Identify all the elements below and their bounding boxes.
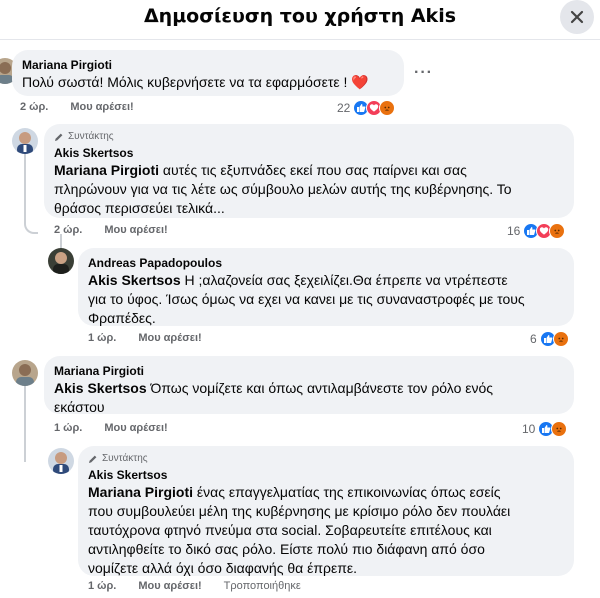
- comment-text: αντιληφθείτε το δικό σας ρόλο. Είστε πολ…: [88, 541, 485, 557]
- comment-time[interactable]: 2 ώρ.: [54, 224, 82, 236]
- mention-link[interactable]: Mariana Pirgioti: [88, 484, 193, 500]
- comment-bubble: Συντάκτης Akis Skertsos Mariana Pirgioti…: [78, 446, 574, 576]
- like-button[interactable]: Μου αρέσει!: [138, 332, 201, 344]
- reaction-count: 22: [337, 101, 351, 115]
- like-button[interactable]: Μου αρέσει!: [104, 422, 167, 434]
- like-button[interactable]: Μου αρέσει!: [70, 101, 133, 113]
- comment-author[interactable]: Mariana Pirgioti: [54, 363, 564, 379]
- thread-line: [24, 150, 38, 234]
- comment-author[interactable]: Andreas Papadopoulos: [88, 255, 564, 271]
- comment-meta: 2 ώρ. Μου αρέσει!: [20, 101, 134, 113]
- avatar[interactable]: [12, 128, 38, 154]
- angry-reaction-icon: [551, 421, 568, 437]
- avatar[interactable]: [48, 248, 74, 274]
- avatar[interactable]: [12, 360, 38, 386]
- comment-meta: 1 ώρ. Μου αρέσει!: [54, 422, 168, 434]
- author-badge: Συντάκτης: [54, 131, 564, 142]
- reaction-summary[interactable]: 10: [522, 421, 568, 437]
- post-header: Δημοσίευση του χρήστη Akis: [0, 0, 600, 40]
- mention-link[interactable]: Mariana Pirgioti: [54, 162, 159, 178]
- comment-text: Φραπέδες.: [88, 310, 156, 326]
- comment-text: ταυτόχρονα φτηνό πνεύμα στα social. Σοβα…: [88, 522, 492, 538]
- comment-bubble: Mariana Pirgioti Πολύ σωστά! Μόλις κυβερ…: [12, 50, 404, 96]
- page-title: Δημοσίευση του χρήστη Akis: [143, 5, 457, 27]
- angry-reaction-icon: [552, 331, 569, 347]
- comment-text: Πολύ σωστά! Μόλις κυβερνήσετε να τα εφαρ…: [22, 74, 369, 90]
- comment-time[interactable]: 1 ώρ.: [88, 580, 116, 592]
- reaction-count: 6: [530, 332, 537, 346]
- comment-meta: 2 ώρ. Μου αρέσει!: [54, 224, 168, 236]
- comment-text: Akis Skertsos Η ;αλαζονεία σας ξεχειλίζε…: [88, 272, 508, 288]
- thread-line: [24, 382, 26, 462]
- comment-meta: 1 ώρ. Μου αρέσει! Τροποποιήθηκε: [88, 580, 301, 592]
- comment-author[interactable]: Mariana Pirgioti: [22, 57, 394, 73]
- comment-text: για το ύφος. Ίσως όμως να εχει να κανει …: [88, 291, 525, 307]
- comment-author[interactable]: Akis Skertsos: [54, 145, 564, 161]
- mention-link[interactable]: Akis Skertsos: [88, 272, 181, 288]
- like-button[interactable]: Μου αρέσει!: [138, 580, 201, 592]
- pencil-icon: [89, 455, 97, 463]
- reaction-count: 16: [507, 224, 521, 238]
- reaction-summary[interactable]: 6: [530, 331, 569, 347]
- comment-text: που συμβουλεύει μέλη της κυβέρνησης με κ…: [88, 503, 511, 519]
- comment-text: εκάστου: [54, 399, 105, 415]
- like-button[interactable]: Μου αρέσει!: [104, 224, 167, 236]
- comment-bubble: Andreas Papadopoulos Akis Skertsos Η ;αλ…: [78, 248, 574, 326]
- pencil-icon: [55, 133, 63, 141]
- comment-text: Mariana Pirgioti ένας επαγγελματίας της …: [88, 484, 501, 500]
- edited-label: Τροποποιήθηκε: [223, 580, 301, 592]
- more-options-button[interactable]: ···: [414, 64, 433, 82]
- comment-text: θράσος περισσεύει τελικά...: [54, 200, 225, 216]
- close-icon: [570, 10, 584, 24]
- close-button[interactable]: [560, 0, 594, 34]
- comment-text: Akis Skertsos Όπως νομίζετε και όπως αντ…: [54, 380, 494, 396]
- reaction-summary[interactable]: 22: [337, 100, 396, 116]
- comment-meta: 1 ώρ. Μου αρέσει!: [88, 332, 202, 344]
- reaction-summary[interactable]: 16: [507, 223, 566, 239]
- comment-text: πληρώνουν για να τις λέτε ως σύμβουλο με…: [54, 181, 512, 197]
- comment-time[interactable]: 1 ώρ.: [54, 422, 82, 434]
- author-badge: Συντάκτης: [88, 453, 564, 464]
- comment-time[interactable]: 1 ώρ.: [88, 332, 116, 344]
- comment-time[interactable]: 2 ώρ.: [20, 101, 48, 113]
- comment-bubble: Mariana Pirgioti Akis Skertsos Όπως νομί…: [44, 356, 574, 415]
- angry-reaction-icon: [549, 223, 566, 239]
- comment-text: Mariana Pirgioti αυτές τις εξυπνάδες εκε…: [54, 162, 467, 178]
- avatar[interactable]: [48, 448, 74, 474]
- comment-author[interactable]: Akis Skertsos: [88, 467, 564, 483]
- reaction-count: 10: [522, 422, 536, 436]
- comment-bubble: Συντάκτης Akis Skertsos Mariana Pirgioti…: [44, 124, 574, 218]
- comment-text: νομίζετε αλλά όχι όσο διαφανής θα έπρεπε…: [88, 560, 358, 576]
- angry-reaction-icon: [379, 100, 396, 116]
- mention-link[interactable]: Akis Skertsos: [54, 380, 147, 396]
